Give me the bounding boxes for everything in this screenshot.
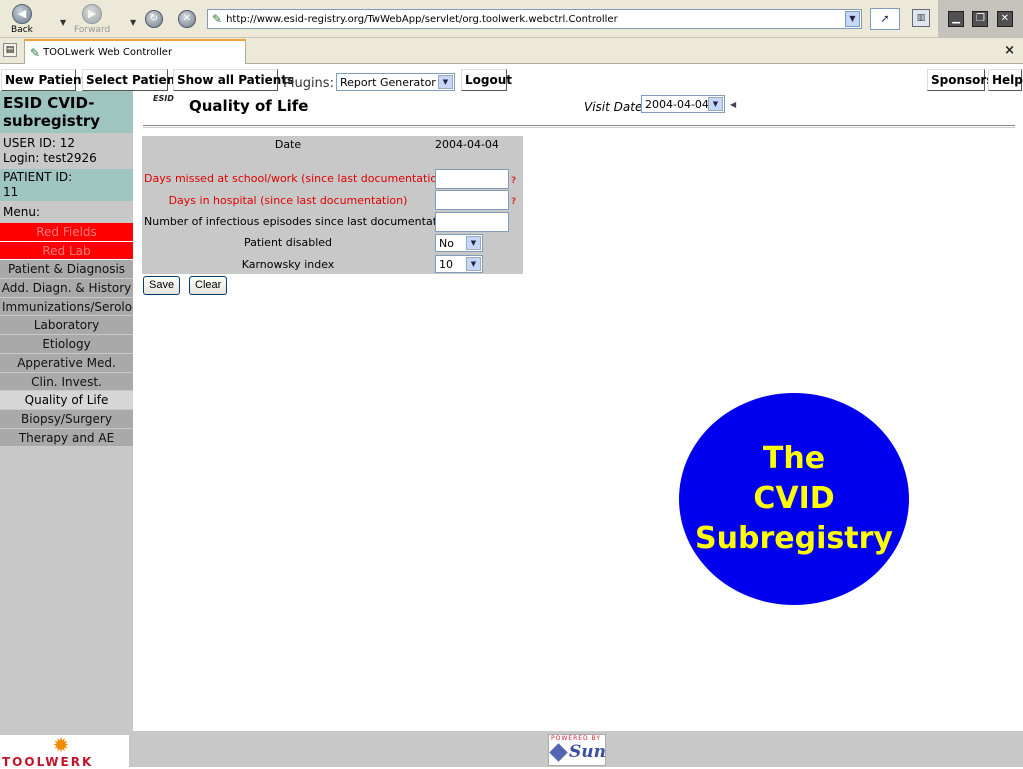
restore-icon[interactable]: ❐: [972, 11, 989, 27]
toolwerk-logo: ✹ TOOLWERK: [0, 733, 129, 769]
app-nav-bar: New Patient Select Patient Show all Pati…: [0, 65, 1023, 91]
new-patient-button[interactable]: New Patient: [1, 69, 87, 91]
days-hospital-input[interactable]: [435, 190, 509, 210]
sidebar-item-clin-invest[interactable]: Clin. Invest.: [0, 372, 133, 392]
window-controls: ▁ ❐ ✕: [938, 0, 1023, 38]
reload-icon[interactable]: ↻: [145, 10, 163, 28]
main-content: ESID Quality of Life Visit Date: 2004-04…: [133, 91, 1023, 731]
help-button[interactable]: Help: [988, 69, 1023, 91]
forward-button[interactable]: ▶ Forward: [74, 4, 110, 35]
sidebar-item-etiology[interactable]: Etiology: [0, 335, 133, 354]
sun-text: Sun: [569, 742, 606, 762]
back-dropdown-icon[interactable]: ▼: [60, 18, 66, 27]
sidebar-item-patient-diagnosis[interactable]: Patient & Diagnosis: [0, 260, 133, 280]
chevron-down-icon: ▼: [466, 257, 481, 271]
cvid-banner: The CVID Subregistry: [679, 393, 909, 605]
logout-button[interactable]: Logout: [461, 69, 512, 91]
chevron-down-icon: ▼: [466, 236, 481, 250]
footer: ✹ TOOLWERK POWERED BY Sun: [0, 731, 1023, 769]
sidebar-toggle-icon[interactable]: ▥: [912, 9, 930, 27]
chevron-down-icon: ▼: [708, 97, 723, 111]
forward-label: Forward: [74, 25, 111, 35]
karnowsky-select[interactable]: 10 ▼: [435, 255, 483, 273]
address-url: http://www.esid-registry.org/TwWebApp/se…: [226, 13, 618, 25]
browser-toolbar: ◀ Back ▼ ▶ Forward ▼ ↻ ✕ ✎ http://www.es…: [0, 0, 1023, 38]
tab-bar: ▤ ✎ TOOLwerk Web Controller ×: [0, 38, 1023, 64]
divider: [143, 125, 1015, 128]
infectious-episodes-input[interactable]: [435, 212, 509, 232]
address-bar[interactable]: ✎ http://www.esid-registry.org/TwWebApp/…: [207, 9, 862, 29]
sidebar-item-red-lab[interactable]: Red Lab: [0, 241, 133, 261]
karnowsky-label: Karnowsky index: [241, 258, 335, 271]
close-window-icon[interactable]: ✕: [996, 11, 1013, 27]
sidebar-item-red-fields[interactable]: Red Fields: [0, 223, 133, 242]
back-label: Back: [11, 25, 33, 35]
login-name: Login: test2926: [3, 151, 97, 165]
patient-disabled-label: Patient disabled: [243, 236, 333, 249]
sidebar: ESID CVID-subregistry USER ID: 12 Login:…: [0, 91, 133, 731]
menu-list: Red Fields Red Lab Patient & Diagnosis A…: [0, 223, 133, 448]
date-value: 2004-04-04: [435, 138, 499, 151]
sidebar-item-quality-of-life[interactable]: Quality of Life: [0, 391, 133, 410]
cvid-banner-text: The CVID Subregistry: [695, 441, 893, 556]
sidebar-item-immunizations[interactable]: Immunizations/Serology: [0, 297, 133, 317]
forward-arrow-icon: ▶: [82, 4, 103, 24]
infectious-episodes-label: Number of infectious episodes since last…: [144, 215, 454, 228]
sponsors-button[interactable]: Sponsors: [927, 69, 993, 91]
visit-date-value: 2004-04-04: [645, 97, 709, 111]
registry-title: ESID CVID-subregistry: [0, 91, 133, 133]
visit-date-select[interactable]: 2004-04-04 ▼: [641, 95, 725, 113]
date-label: Date: [274, 138, 302, 151]
patient-disabled-value: No: [439, 236, 454, 250]
tab-toolwerk[interactable]: ✎ TOOLwerk Web Controller: [24, 39, 246, 64]
plugin-select-value: Report Generator: [340, 75, 436, 89]
forward-dropdown-icon[interactable]: ▼: [130, 18, 136, 27]
menu-label: Menu:: [3, 205, 40, 219]
gear-icon: ✹: [52, 733, 70, 757]
patient-id-label: PATIENT ID:: [3, 170, 73, 184]
show-all-patients-button[interactable]: Show all Patients: [173, 69, 294, 91]
karnowsky-value: 10: [439, 257, 453, 271]
page-icon[interactable]: ▤: [3, 43, 17, 57]
select-patient-button[interactable]: Select Patient: [82, 69, 181, 91]
minimize-icon[interactable]: ▁: [948, 11, 965, 27]
user-id: USER ID: 12: [3, 136, 76, 150]
chevron-down-icon: ▼: [438, 75, 453, 89]
sun-powered-text: POWERED BY: [551, 735, 602, 742]
sun-logo: POWERED BY Sun: [548, 734, 606, 766]
tab-title: TOOLwerk Web Controller: [43, 47, 173, 58]
stop-icon[interactable]: ✕: [178, 10, 196, 28]
quality-of-life-form: Date 2004-04-04 Days missed at school/wo…: [142, 136, 523, 274]
sidebar-item-therapy-ae[interactable]: Therapy and AE: [0, 428, 133, 448]
plugins-label: Plugins:: [283, 76, 334, 91]
sidebar-item-apperative-med[interactable]: Apperative Med.: [0, 353, 133, 373]
close-tab-icon[interactable]: ×: [1004, 43, 1015, 58]
sun-diamond-icon: [549, 743, 568, 762]
go-icon[interactable]: ➚: [870, 8, 900, 30]
plugin-select[interactable]: Report Generator ▼: [336, 73, 455, 91]
sidebar-item-biopsy-surgery[interactable]: Biopsy/Surgery: [0, 409, 133, 429]
days-missed-label: Days missed at school/work (since last d…: [144, 172, 449, 185]
patient-info: PATIENT ID: 11: [0, 169, 133, 201]
page-title: Quality of Life: [189, 97, 309, 115]
sidebar-item-laboratory[interactable]: Laboratory: [0, 316, 133, 336]
site-icon: ✎: [212, 12, 223, 26]
save-button[interactable]: Save: [143, 276, 181, 295]
address-dropdown-icon[interactable]: ▼: [845, 11, 860, 27]
sidebar-item-add-diagn-history[interactable]: Add. Diagn. & History: [0, 279, 133, 298]
back-arrow-icon: ◀: [11, 4, 32, 24]
help-icon[interactable]: ?: [511, 197, 516, 207]
visit-marker-icon: ◀: [730, 100, 737, 109]
visit-date-label: Visit Date:: [584, 100, 647, 114]
esid-logo: ESID: [153, 94, 174, 103]
tab-site-icon: ✎: [30, 45, 41, 60]
user-info: USER ID: 12 Login: test2926: [0, 133, 133, 169]
patient-id: 11: [3, 185, 19, 199]
days-missed-input[interactable]: [435, 169, 509, 189]
days-hospital-label: Days in hospital (since last documentati…: [168, 194, 408, 207]
clear-button[interactable]: Clear: [189, 276, 228, 295]
help-icon[interactable]: ?: [511, 176, 516, 186]
back-button[interactable]: ◀ Back: [11, 4, 33, 35]
patient-disabled-select[interactable]: No ▼: [435, 234, 483, 252]
